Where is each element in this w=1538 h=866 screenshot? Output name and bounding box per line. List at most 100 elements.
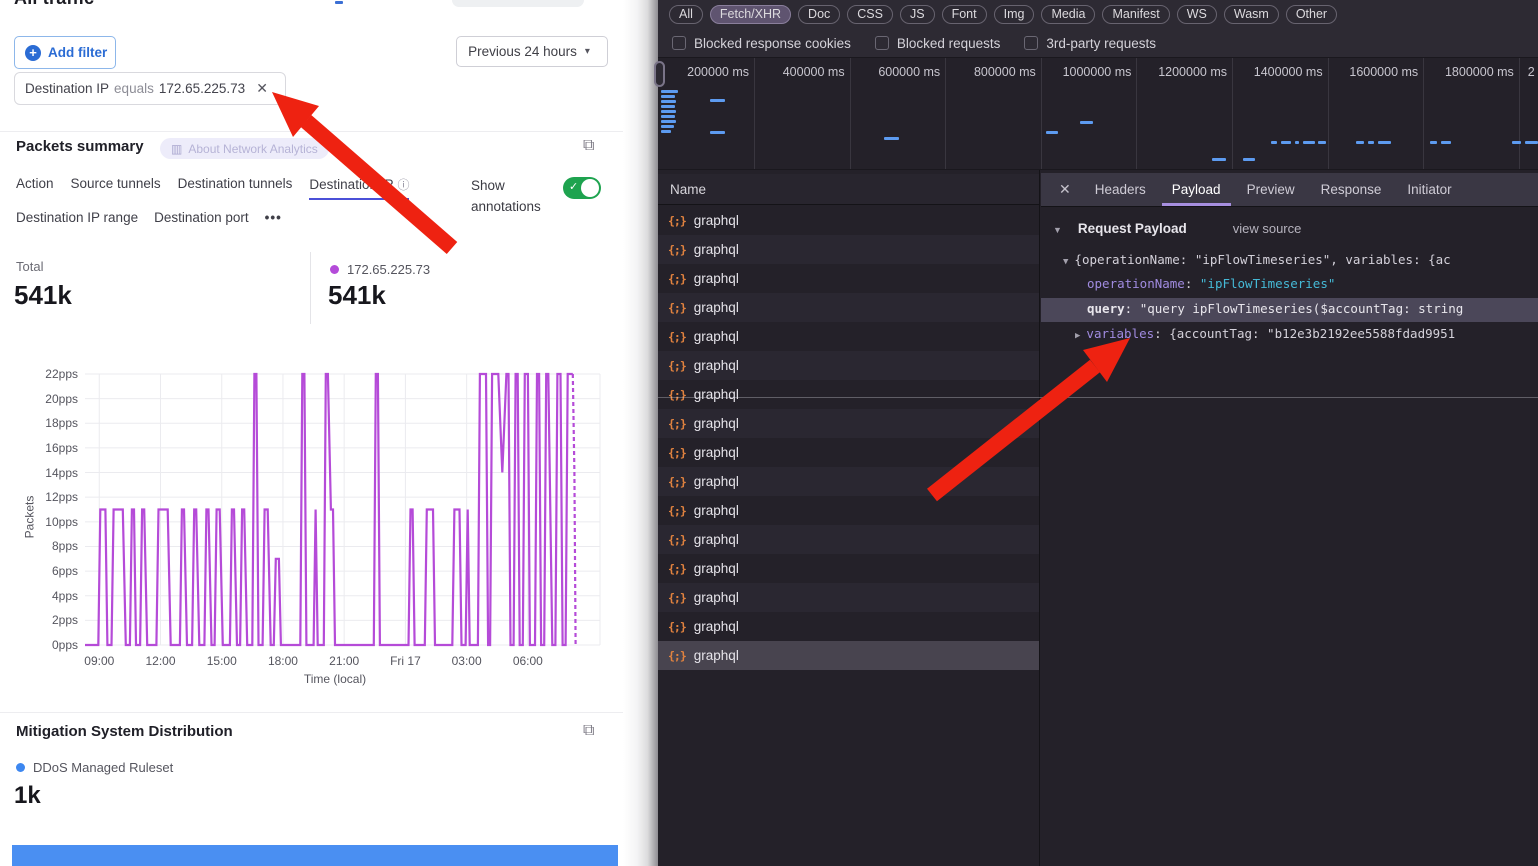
request-row[interactable]: {;}graphql [658,525,1039,554]
add-filter-button[interactable]: + Add filter [14,36,116,69]
more-tabs-icon[interactable]: ••• [265,210,282,225]
time-range-dropdown[interactable]: Previous 24 hours ▾ [456,36,608,67]
view-source-link[interactable]: view source [1233,221,1302,236]
details-tab-payload[interactable]: Payload [1162,174,1231,206]
payload-query-line[interactable]: query: "query ipFlowTimeseries($accountT… [1087,301,1463,316]
waterfall-mark [884,137,899,140]
summary-tab-action[interactable]: Action [16,176,54,200]
json-braces-icon: {;} [668,417,686,431]
request-row[interactable]: {;}graphql [658,554,1039,583]
stat-ip-label: 172.65.225.73 [347,262,430,277]
timeline-scroll-handle[interactable] [654,61,665,87]
request-row[interactable]: {;}graphql [658,641,1039,670]
toggle-knob [581,179,599,197]
screenshot-artifact-line [658,397,1538,398]
request-row[interactable]: {;}graphql [658,583,1039,612]
details-tab-response[interactable]: Response [1311,174,1392,206]
checkbox-blocked-response-cookies[interactable]: Blocked response cookies [672,36,851,51]
filter-pill-fetch-xhr[interactable]: Fetch/XHR [710,5,791,24]
filter-operator: equals [114,81,154,96]
request-row[interactable]: {;}graphql [658,612,1039,641]
waterfall-mark [1303,141,1315,144]
request-row[interactable]: {;}graphql [658,293,1039,322]
filter-pill-media[interactable]: Media [1041,5,1095,24]
filter-pill-doc[interactable]: Doc [798,5,840,24]
request-filter-checkboxes: Blocked response cookies Blocked requests… [658,29,1538,58]
request-list: Name {;}graphql{;}graphql{;}graphql{;}gr… [658,170,1040,866]
waterfall-mark [1441,141,1451,144]
request-row[interactable]: {;}graphql [658,206,1039,235]
caret-right-icon[interactable]: ▶ [1075,331,1080,341]
filter-pill-ws[interactable]: WS [1177,5,1217,24]
stat-total-label: Total [16,259,43,274]
expand-panel-icon[interactable]: ⧉ [583,137,594,155]
remove-filter-icon[interactable]: ✕ [256,80,268,97]
request-row[interactable]: {;}graphql [658,409,1039,438]
add-filter-label: Add filter [48,45,107,60]
json-braces-icon: {;} [668,243,686,257]
stat-total-value: 541k [14,280,72,311]
expand-panel-icon[interactable]: ⧉ [583,722,594,740]
caret-down-icon[interactable]: ▼ [1063,257,1068,267]
checkbox-icon[interactable] [672,36,686,50]
waterfall-mark [1212,158,1226,161]
waterfall-mark [1512,141,1521,144]
top-clipped-mark [335,1,343,4]
filter-pill-img[interactable]: Img [994,5,1035,24]
about-network-analytics-badge[interactable]: ▥ About Network Analytics [160,138,329,159]
close-icon[interactable]: ✕ [1051,181,1079,198]
summary-tab-destination-ip[interactable]: Destination IPⓘ [309,176,409,200]
chart-canvas [0,360,623,690]
request-row[interactable]: {;}graphql [658,264,1039,293]
waterfall-mark [1295,141,1299,144]
request-row[interactable]: {;}graphql [658,438,1039,467]
json-braces-icon: {;} [668,388,686,402]
summary-tab-destination-port[interactable]: Destination port [154,210,249,225]
filter-pill-js[interactable]: JS [900,5,935,24]
request-row[interactable]: {;}graphql [658,496,1039,525]
mitigation-value: 1k [14,782,41,810]
section-divider [0,712,623,713]
filter-pill-other[interactable]: Other [1286,5,1337,24]
details-tab-headers[interactable]: Headers [1085,174,1156,206]
payload-summary-line[interactable]: ▼{operationName: "ipFlowTimeseries", var… [1063,252,1451,267]
waterfall-mark [661,110,676,113]
details-tab-preview[interactable]: Preview [1237,174,1305,206]
waterfall-mark [1271,141,1277,144]
request-row[interactable]: {;}graphql [658,235,1039,264]
request-row[interactable]: {;}graphql [658,351,1039,380]
request-row[interactable]: {;}graphql [658,380,1039,409]
filter-pill-manifest[interactable]: Manifest [1102,5,1169,24]
show-annotations-label: Show annotations [471,176,557,218]
checkbox-blocked-requests[interactable]: Blocked requests [875,36,1001,51]
json-braces-icon: {;} [668,504,686,518]
details-tab-initiator[interactable]: Initiator [1397,174,1461,206]
checkbox-icon[interactable] [1024,36,1038,50]
info-icon: ⓘ [397,178,409,192]
name-column-header[interactable]: Name [658,174,1039,205]
waterfall-mark [661,90,678,93]
time-range-value: Previous 24 hours [468,44,577,59]
filter-pill-font[interactable]: Font [942,5,987,24]
filter-pill-css[interactable]: CSS [847,5,893,24]
json-braces-icon: {;} [668,591,686,605]
summary-tabs-row1: Action Source tunnels Destination tunnels D… [16,176,409,200]
json-braces-icon: {;} [668,301,686,315]
summary-tab-destination-ip-range[interactable]: Destination IP range [16,210,138,225]
filter-pill-wasm[interactable]: Wasm [1224,5,1279,24]
request-row[interactable]: {;}graphql [658,322,1039,351]
json-braces-icon: {;} [668,330,686,344]
payload-variables-line[interactable]: ▶variables: {accountTag: "b12e3b2192ee55… [1075,326,1455,341]
waterfall-mark [661,100,676,103]
summary-tab-source-tunnels[interactable]: Source tunnels [71,176,161,200]
show-annotations-toggle[interactable]: ✓ [563,177,601,199]
request-row[interactable]: {;}graphql [658,467,1039,496]
filter-pill-all[interactable]: All [669,5,703,24]
checkbox-3rd-party-requests[interactable]: 3rd-party requests [1024,36,1156,51]
network-overview-timeline[interactable]: 200000 ms400000 ms600000 ms800000 ms1000… [658,58,1538,170]
mitigation-bar [12,845,618,866]
checkbox-icon[interactable] [875,36,889,50]
caret-down-icon[interactable]: ▼ [1053,225,1062,235]
summary-tab-destination-tunnels[interactable]: Destination tunnels [178,176,293,200]
filter-chip[interactable]: Destination IP equals 172.65.225.73 ✕ [14,72,286,105]
